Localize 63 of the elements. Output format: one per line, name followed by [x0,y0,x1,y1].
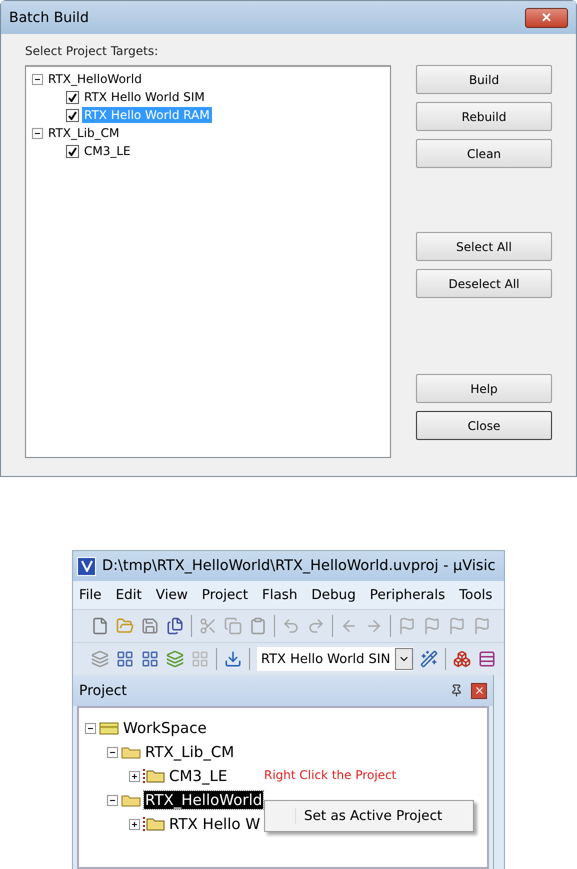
checkbox[interactable] [66,144,79,158]
wand-icon[interactable] [420,650,438,668]
menu-item[interactable]: Set as Active Project [295,808,442,824]
menu-item[interactable]: Peripherals [370,587,446,603]
window-title: D:\tmp\RTX_HelloWorld\RTX_HelloWorld.uvproj - µVisic [102,558,496,574]
close-button[interactable] [471,682,487,698]
tree-item[interactable]: CM3_LE [168,767,228,785]
layers-icon[interactable] [166,650,184,668]
dialog-button[interactable]: Help [416,374,552,403]
app-icon [77,556,96,576]
files-icon[interactable] [166,617,184,635]
download-icon[interactable] [224,650,242,668]
panel-title: Project [79,682,127,698]
menu-item[interactable]: Tools [459,587,492,603]
rows-icon[interactable] [478,650,496,668]
folder-icon [121,793,141,807]
tree-item[interactable]: RTX Hello W [168,815,262,833]
file-icon[interactable] [91,617,109,635]
menu-item[interactable]: View [156,587,188,603]
target-select[interactable]: RTX Hello World SIN [257,647,413,671]
targets-label: Select Project Targets: [25,44,160,58]
dialog-button[interactable]: Rebuild [416,102,552,131]
menu-item[interactable]: Project [202,587,248,603]
dialog-button[interactable]: Close [416,411,552,440]
expander-icon[interactable] [107,746,118,758]
tree-item[interactable]: RTX_Lib_CM [144,743,236,761]
boxes-icon[interactable] [453,650,471,668]
menu-item[interactable]: Edit [116,587,142,603]
target-folder-icon [143,768,165,784]
project-node[interactable]: RTX_HelloWorld [46,71,144,87]
expander-icon[interactable] [32,128,43,138]
clipboard-icon[interactable] [249,617,267,635]
checkbox[interactable] [66,108,79,122]
layers-icon[interactable] [91,650,109,668]
dialog-button[interactable]: Select All [416,232,552,261]
expander-icon[interactable] [129,818,140,830]
tree-item[interactable]: WorkSpace [122,719,208,737]
dialog-button[interactable]: Clean [416,139,552,168]
window-title: Batch Build [9,10,89,26]
menu-item[interactable]: Flash [262,587,298,603]
grid-icon[interactable] [116,650,134,668]
expander-icon[interactable] [85,722,96,734]
target-node[interactable]: RTX Hello World SIM [82,89,207,105]
annotation-text: Right Click the Project [264,768,396,782]
close-button[interactable]: ✕ [525,8,568,28]
menu-item[interactable]: File [79,587,102,603]
expander-icon[interactable] [129,770,140,782]
tree-item[interactable]: RTX_HelloWorld [144,791,264,809]
target-folder-icon [143,816,165,832]
grid-icon[interactable] [141,650,159,668]
project-node[interactable]: RTX_Lib_CM [46,125,122,141]
pin-icon[interactable] [450,684,463,697]
close-icon [474,685,484,696]
target-node[interactable]: CM3_LE [82,143,133,159]
save-icon[interactable] [141,617,159,635]
dialog-button[interactable]: Build [416,65,552,94]
workspace-icon [99,721,119,735]
folder-icon [121,745,141,759]
checkbox[interactable] [66,90,79,104]
expander-icon[interactable] [107,794,118,806]
dialog-button[interactable]: Deselect All [416,269,552,298]
expander-icon[interactable] [32,74,43,84]
menu-item[interactable]: Debug [311,587,356,603]
